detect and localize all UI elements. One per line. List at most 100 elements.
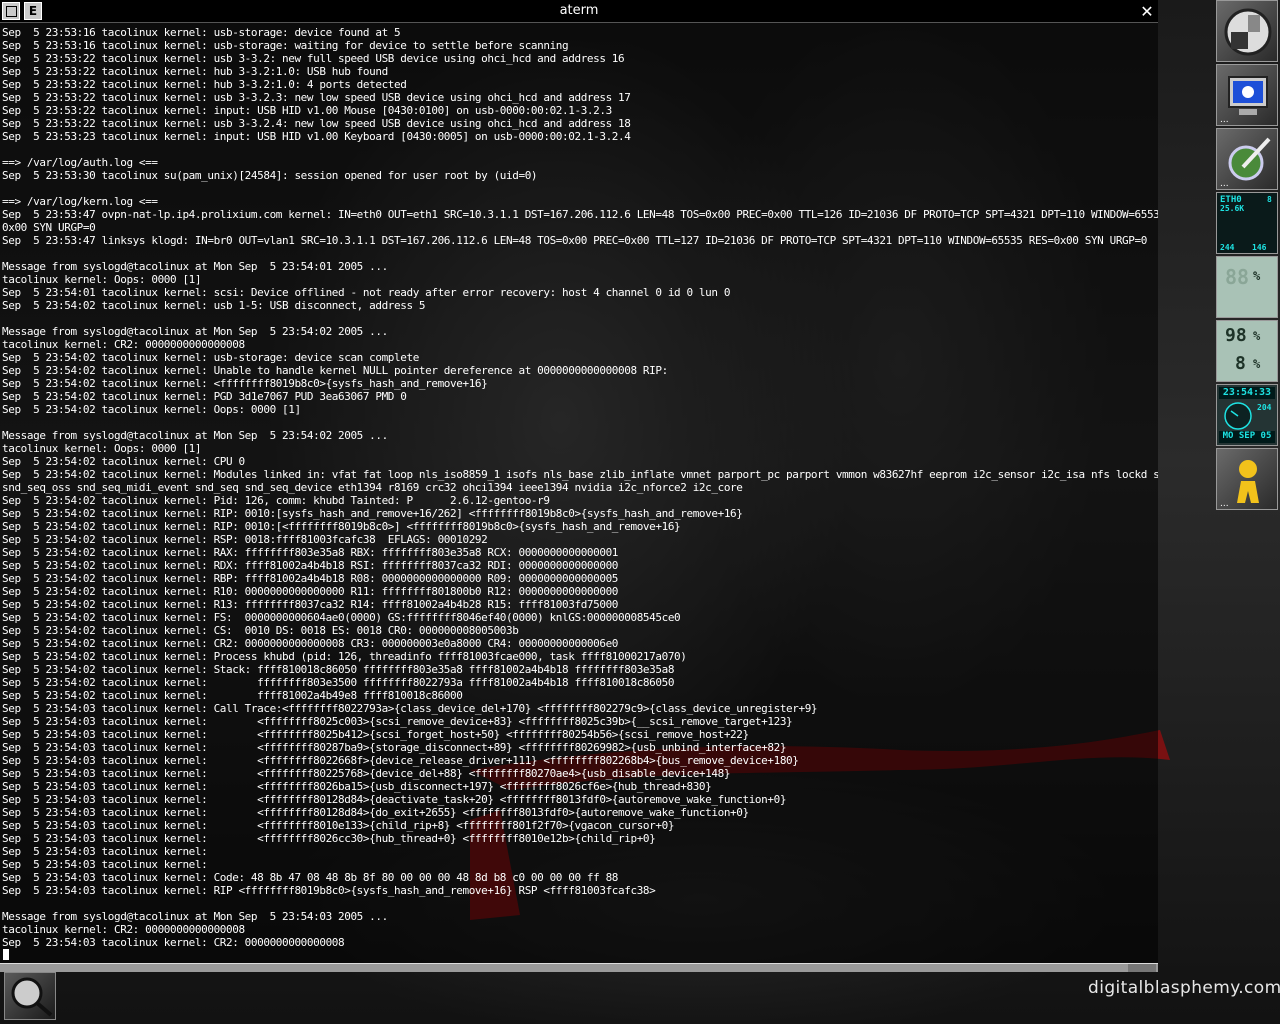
terminal-line: Sep 5 23:54:03 tacolinux kernel: <ffffff… xyxy=(2,832,656,845)
terminal-line: Sep 5 23:54:03 tacolinux kernel: xyxy=(2,858,208,871)
terminal-output[interactable]: Sep 5 23:53:16 tacolinux kernel: usb-sto… xyxy=(0,23,1158,963)
clock-date-text: SEP 05 xyxy=(1238,431,1272,441)
terminal-line: Sep 5 23:54:02 tacolinux kernel: Modules… xyxy=(2,468,1158,481)
mem-unit-1: % xyxy=(1253,329,1261,343)
terminal-line: Sep 5 23:54:02 tacolinux kernel: RIP: 00… xyxy=(2,507,743,520)
terminal-line: Message from syslogd@tacolinux at Mon Se… xyxy=(2,910,388,923)
dock-tile-logo[interactable] xyxy=(1216,0,1278,62)
terminal-line: Sep 5 23:53:30 tacolinux su(pam_unix)[24… xyxy=(2,169,538,182)
terminal-line: Sep 5 23:53:22 tacolinux kernel: usb 3-3… xyxy=(2,52,625,65)
terminal-line: Sep 5 23:54:03 tacolinux kernel: Code: 4… xyxy=(2,871,619,884)
logo-icon xyxy=(1224,8,1272,56)
terminal-line: Sep 5 23:54:02 tacolinux kernel: FS: 000… xyxy=(2,611,681,624)
dock-tile-dots: ... xyxy=(1220,115,1229,125)
terminal-line: Sep 5 23:54:02 tacolinux kernel: Pid: 12… xyxy=(2,494,550,507)
terminal-line: Sep 5 23:54:02 tacolinux kernel: Stack: … xyxy=(2,663,675,676)
dock-tile-magnifier[interactable] xyxy=(4,972,56,1020)
paint-icon xyxy=(1228,137,1271,181)
terminal-line: Sep 5 23:54:02 tacolinux kernel: PGD 3d1… xyxy=(2,390,407,403)
window-title: aterm xyxy=(559,3,599,18)
clock-icon xyxy=(1224,402,1252,430)
mem-unit-2: % xyxy=(1253,357,1261,371)
terminal-line: Sep 5 23:54:02 tacolinux kernel: <ffffff… xyxy=(2,377,488,390)
terminal-line: Sep 5 23:54:02 tacolinux kernel: RAX: ff… xyxy=(2,546,619,559)
terminal-line: Sep 5 23:54:02 tacolinux kernel: CR2: 00… xyxy=(2,637,619,650)
terminal-line: tacolinux kernel: CR2: 0000000000000008 xyxy=(2,338,245,351)
terminal-line: snd_seq_oss snd_seq_midi_event snd_seq s… xyxy=(2,481,743,494)
terminal-lines: Sep 5 23:53:16 tacolinux kernel: usb-sto… xyxy=(2,26,1158,949)
terminal-line: Message from syslogd@tacolinux at Mon Se… xyxy=(2,325,388,338)
terminal-line: Sep 5 23:53:23 tacolinux kernel: input: … xyxy=(2,130,631,143)
terminal-line: ==> /var/log/kern.log <== xyxy=(2,195,158,208)
wallpaper-branding: digitalblasphemy.com xyxy=(1088,978,1280,998)
clock-day: MO xyxy=(1222,431,1234,441)
dock-tile-mem-monitor[interactable]: 98 % 8 % xyxy=(1216,320,1278,382)
terminal-line: Sep 5 23:54:01 tacolinux kernel: scsi: D… xyxy=(2,286,731,299)
mem-value-2: 8 xyxy=(1235,353,1246,374)
dock-tile-cpu-monitor[interactable]: 88 % xyxy=(1216,256,1278,318)
clock-date: MO SEP 05 xyxy=(1219,431,1275,443)
close-icon: ✕ xyxy=(1140,1,1154,21)
terminal-line: Sep 5 23:54:03 tacolinux kernel: <ffffff… xyxy=(2,754,799,767)
cpu-value: 88 xyxy=(1225,265,1250,289)
terminal-line: Sep 5 23:54:02 tacolinux kernel: RBP: ff… xyxy=(2,572,619,585)
terminal-line: Sep 5 23:54:02 tacolinux kernel: Process… xyxy=(2,650,687,663)
dock-tile-clock[interactable]: 23:54:33 204 MO SEP 05 xyxy=(1216,384,1278,446)
terminal-line: Sep 5 23:54:03 tacolinux kernel: <ffffff… xyxy=(2,806,749,819)
terminal-line: Sep 5 23:54:02 tacolinux kernel: fffffff… xyxy=(2,676,675,689)
terminal-line: tacolinux kernel: Oops: 0000 [1] xyxy=(2,442,202,455)
terminal-line: Sep 5 23:53:16 tacolinux kernel: usb-sto… xyxy=(2,26,401,39)
terminal-line: Sep 5 23:54:03 tacolinux kernel: <ffffff… xyxy=(2,767,731,780)
terminal-line: Sep 5 23:53:22 tacolinux kernel: hub 3-3… xyxy=(2,78,407,91)
terminal-line: Sep 5 23:54:02 tacolinux kernel: RSP: 00… xyxy=(2,533,488,546)
dock-tile-dots: ... xyxy=(1220,179,1229,189)
terminal-line: Sep 5 23:54:03 tacolinux kernel: <ffffff… xyxy=(2,728,749,741)
terminal-line: Sep 5 23:54:03 tacolinux kernel: <ffffff… xyxy=(2,793,787,806)
aterm-window[interactable]: E aterm ✕ Sep 5 23:53:16 tacolinux kerne… xyxy=(0,0,1158,972)
terminal-line: Sep 5 23:54:02 tacolinux kernel: usb-sto… xyxy=(2,351,419,364)
terminal-line: Sep 5 23:54:03 tacolinux kernel: <ffffff… xyxy=(2,819,675,832)
net-rx-total: 244 xyxy=(1220,243,1235,252)
mem-value-1: 98 xyxy=(1225,325,1247,346)
terminal-line: tacolinux kernel: Oops: 0000 [1] xyxy=(2,273,202,286)
terminal-line: Message from syslogd@tacolinux at Mon Se… xyxy=(2,429,388,442)
scrollbar-thumb[interactable] xyxy=(1128,964,1156,972)
terminal-line: Sep 5 23:53:22 tacolinux kernel: input: … xyxy=(2,104,612,117)
terminal-line: Sep 5 23:54:03 tacolinux kernel: Call Tr… xyxy=(2,702,818,715)
clock-num: 204 xyxy=(1257,403,1272,412)
cpu-unit: % xyxy=(1253,269,1261,283)
terminal-line: Sep 5 23:54:02 tacolinux kernel: RDX: ff… xyxy=(2,559,619,572)
terminal-line: Sep 5 23:53:16 tacolinux kernel: usb-sto… xyxy=(2,39,569,52)
terminal-line: Sep 5 23:53:22 tacolinux kernel: usb 3-3… xyxy=(2,91,631,104)
terminal-line: Sep 5 23:54:02 tacolinux kernel: R10: 00… xyxy=(2,585,619,598)
terminal-line: Message from syslogd@tacolinux at Mon Se… xyxy=(2,260,388,273)
dock-tile-net-monitor[interactable]: ETH0 25.6K 8 244 146 xyxy=(1216,192,1278,254)
terminal-line: Sep 5 23:53:22 tacolinux kernel: usb 3-3… xyxy=(2,117,631,130)
close-button[interactable]: ✕ xyxy=(1138,1,1156,21)
terminal-line: Sep 5 23:54:03 tacolinux kernel: CR2: 00… xyxy=(2,936,345,949)
terminal-line: 0x00 SYN URGP=0 xyxy=(2,221,96,234)
terminal-line: Sep 5 23:54:03 tacolinux kernel: <ffffff… xyxy=(2,780,712,793)
magnifier-icon xyxy=(11,977,53,1017)
dock-tile-monitor[interactable]: ... xyxy=(1216,64,1278,126)
horizontal-scrollbar[interactable] xyxy=(0,963,1158,972)
clock-time: 23:54:33 xyxy=(1219,387,1275,399)
dock-tile-user[interactable]: ... xyxy=(1216,448,1278,510)
terminal-line: Sep 5 23:54:02 tacolinux kernel: CPU 0 xyxy=(2,455,245,468)
terminal-line: ==> /var/log/auth.log <== xyxy=(2,156,158,169)
terminal-line: Sep 5 23:54:03 tacolinux kernel: <ffffff… xyxy=(2,715,793,728)
dock-tile-dots: ... xyxy=(1220,499,1229,509)
terminal-line: tacolinux kernel: CR2: 0000000000000008 xyxy=(2,923,245,936)
terminal-line: Sep 5 23:53:47 ovpn-nat-lp.ip4.prolixium… xyxy=(2,208,1158,221)
monitor-icon xyxy=(1228,76,1268,115)
terminal-line: Sep 5 23:53:22 tacolinux kernel: hub 3-3… xyxy=(2,65,388,78)
net-tx-total: 146 xyxy=(1252,243,1267,252)
dock-tile-paint[interactable]: ... xyxy=(1216,128,1278,190)
terminal-line: Sep 5 23:54:02 tacolinux kernel: RIP: 00… xyxy=(2,520,681,533)
terminal-line: Sep 5 23:54:03 tacolinux kernel: RIP <ff… xyxy=(2,884,656,897)
net-rx: 25.6K xyxy=(1220,204,1245,213)
terminal-line: Sep 5 23:53:47 linksys klogd: IN=br0 OUT… xyxy=(2,234,1147,247)
dock: ... ... ETH0 25.6K 8 244 146 88 % 98 % 8… xyxy=(1216,0,1280,512)
terminal-line: Sep 5 23:54:02 tacolinux kernel: CS: 001… xyxy=(2,624,519,637)
window-titlebar[interactable]: E aterm ✕ xyxy=(0,0,1158,23)
